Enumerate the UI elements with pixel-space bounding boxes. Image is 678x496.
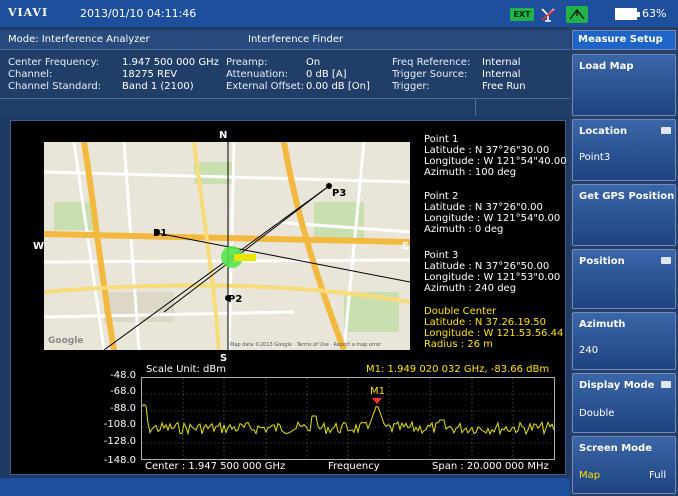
marker-m1-label: M1 [370, 386, 385, 397]
azimuth-value: 240 [579, 345, 599, 356]
function-label: Interference Finder [248, 34, 344, 45]
display-mode-label: Display Mode [579, 380, 655, 391]
center-frequency-label: Center Frequency: [8, 57, 100, 68]
divider [475, 98, 476, 116]
map-view[interactable] [44, 142, 410, 350]
map-attribution: Map data ©2013 Google · Terms of Use · R… [230, 342, 382, 348]
span-readout: Span : 20.000 000 MHz [432, 461, 549, 472]
compass-west: W [33, 241, 45, 252]
trigger-source-value: Internal [482, 69, 521, 80]
external-offset-value: 0.00 dB [On] [306, 81, 370, 92]
battery-icon [615, 8, 640, 20]
screen-mode-map-option: Map [579, 470, 601, 481]
spectrum-plot[interactable] [141, 377, 555, 460]
load-map-button[interactable]: Load Map [572, 54, 676, 116]
submenu-icon [661, 127, 671, 134]
y-tick: -148.0 [103, 455, 136, 466]
scale-unit-label: Scale Unit: dBm [146, 364, 226, 375]
freq-reference-value: Internal [482, 57, 521, 68]
channel-label: Channel: [8, 69, 53, 80]
preamp-value: On [306, 57, 321, 68]
bottom-status-bar [0, 478, 570, 496]
compass-east: E [402, 241, 409, 252]
azimuth-button[interactable]: Azimuth 240 [572, 312, 676, 370]
channel-standard-label: Channel Standard: [8, 81, 102, 92]
external-offset-label: External Offset: [226, 81, 305, 92]
location-value: Point3 [579, 152, 611, 163]
message-row [0, 98, 570, 116]
channel-standard-value: Band 1 (2100) [122, 81, 194, 92]
point2-info: Point 2 Latitude : N 37°26"0.00 Longitud… [424, 191, 561, 235]
position-label: Position [579, 256, 625, 267]
datetime-readout: 2013/01/10 04:11:46 [80, 7, 197, 20]
get-gps-position-label: Get GPS Position [579, 191, 675, 202]
attenuation-value: 0 dB [A] [306, 69, 347, 80]
compass-south: S [220, 353, 228, 364]
battery-percent: 63% [642, 7, 667, 20]
get-gps-position-button[interactable]: Get GPS Position [572, 184, 676, 246]
gps-icon [566, 6, 588, 23]
marker-m1-triangle [372, 398, 382, 404]
trigger-value: Free Run [482, 81, 526, 92]
screen-mode-label: Screen Mode [579, 443, 652, 454]
point1-marker-label: P1 [153, 228, 168, 239]
spectrum-graphic [141, 378, 555, 459]
location-label: Location [579, 126, 628, 137]
submenu-icon [661, 381, 671, 388]
load-map-label: Load Map [579, 61, 634, 72]
y-tick: -68.0 [110, 386, 136, 397]
point3-info: Point 3 Latitude : N 37°26"50.00 Longitu… [424, 250, 561, 294]
screen-mode-full-option: Full [649, 470, 667, 481]
point2-marker-label: P2 [228, 294, 243, 305]
y-tick: -88.0 [110, 403, 136, 414]
measure-setup-title: Measure Setup [578, 34, 663, 45]
screen-mode-button[interactable]: Screen Mode Map Full [572, 436, 676, 494]
map-provider-logo: Google [48, 336, 84, 346]
point3-marker-label: P3 [332, 188, 347, 199]
double-center-info: Double Center Latitude : N 37.26.19.50 L… [424, 306, 564, 350]
submenu-icon [661, 257, 671, 264]
center-frequency-value: 1.947 500 000 GHz [122, 57, 219, 68]
y-tick: -128.0 [103, 436, 136, 447]
trigger-label: Trigger: [392, 81, 430, 92]
frequency-axis-label: Frequency [328, 461, 380, 472]
trigger-source-label: Trigger Source: [392, 69, 468, 80]
marker-readout: M1: 1.949 020 032 GHz, -83.66 dBm [366, 364, 550, 375]
channel-value: 18275 REV [122, 69, 178, 80]
ext-reference-badge: EXT [510, 8, 534, 21]
preamp-label: Preamp: [226, 57, 268, 68]
azimuth-label: Azimuth [579, 319, 626, 330]
center-frequency-readout: Center : 1.947 500 000 GHz [145, 461, 286, 472]
map-graphic [44, 142, 410, 350]
display-mode-button[interactable]: Display Mode Double [572, 373, 676, 433]
freq-reference-label: Freq Reference: [392, 57, 471, 68]
display-mode-value: Double [579, 408, 615, 419]
y-tick: -48.0 [110, 370, 136, 381]
brand-logo: VIAVI [8, 6, 49, 19]
mode-label: Mode: Interference Analyzer [8, 34, 150, 45]
antenna-icon [541, 8, 555, 22]
compass-north: N [219, 130, 228, 141]
location-button[interactable]: Location Point3 [572, 119, 676, 181]
y-tick: -108.0 [103, 419, 136, 430]
attenuation-label: Attenuation: [226, 69, 288, 80]
point1-info: Point 1 Latitude : N 37°26"30.00 Longitu… [424, 134, 567, 178]
position-button[interactable]: Position [572, 249, 676, 309]
